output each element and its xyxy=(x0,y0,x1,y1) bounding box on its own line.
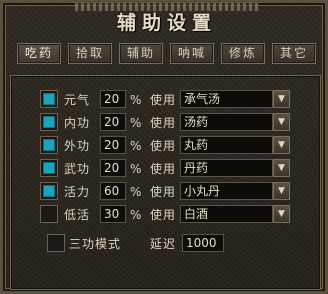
tab-eat-medicine[interactable]: 吃药 xyxy=(17,43,61,64)
percent-sign: % xyxy=(130,162,143,176)
percent-sign: % xyxy=(130,93,143,107)
dropdown-arrow-icon[interactable]: ▼ xyxy=(273,182,290,200)
enable-checkbox[interactable] xyxy=(40,159,58,177)
enable-checkbox[interactable] xyxy=(40,113,58,131)
tab-pickup[interactable]: 拾取 xyxy=(68,43,112,64)
potion-select[interactable]: 汤药 xyxy=(180,113,273,131)
tab-other[interactable]: 其它 xyxy=(272,43,316,64)
potion-row: 外功 20 % 使用 丸药 ▼ xyxy=(3,136,323,156)
percent-sign: % xyxy=(130,116,143,130)
dropdown-arrow-icon[interactable]: ▼ xyxy=(273,113,290,131)
use-label: 使用 xyxy=(150,139,177,153)
stat-label: 活力 xyxy=(64,185,91,199)
percent-input[interactable]: 20 xyxy=(100,159,126,177)
percent-sign: % xyxy=(130,208,143,222)
percent-input[interactable]: 20 xyxy=(100,113,126,131)
potion-select[interactable]: 丸药 xyxy=(180,136,273,154)
enable-checkbox[interactable] xyxy=(40,182,58,200)
assist-settings-window: 辅助设置 吃药 拾取 辅助 呐喊 修炼 其它 元气 20 % 使用 承气汤 ▼ … xyxy=(0,0,328,294)
three-skill-mode-label: 三功模式 xyxy=(69,237,122,251)
percent-input[interactable]: 20 xyxy=(100,90,126,108)
stat-label: 元气 xyxy=(64,93,91,107)
delay-input[interactable]: 1000 xyxy=(182,234,224,252)
mode-row: 三功模式 延迟 1000 xyxy=(3,234,323,254)
enable-checkbox[interactable] xyxy=(40,90,58,108)
potion-select[interactable]: 小丸丹 xyxy=(180,182,273,200)
dropdown-arrow-icon[interactable]: ▼ xyxy=(273,90,290,108)
use-label: 使用 xyxy=(150,185,177,199)
stat-label: 外功 xyxy=(64,139,91,153)
dropdown-arrow-icon[interactable]: ▼ xyxy=(273,159,290,177)
potion-select[interactable]: 白酒 xyxy=(180,205,273,223)
percent-sign: % xyxy=(130,185,143,199)
potion-row: 武功 20 % 使用 丹药 ▼ xyxy=(3,159,323,179)
delay-label: 延迟 xyxy=(150,237,177,251)
tab-cultivate[interactable]: 修炼 xyxy=(221,43,265,64)
stat-label: 低活 xyxy=(64,208,91,222)
use-label: 使用 xyxy=(150,93,177,107)
stat-label: 武功 xyxy=(64,162,91,176)
use-label: 使用 xyxy=(150,116,177,130)
window-title: 辅助设置 xyxy=(116,12,217,34)
use-label: 使用 xyxy=(150,162,177,176)
three-skill-mode-checkbox[interactable] xyxy=(47,234,65,252)
tab-shout[interactable]: 呐喊 xyxy=(170,43,214,64)
dropdown-arrow-icon[interactable]: ▼ xyxy=(273,205,290,223)
stat-label: 内功 xyxy=(64,116,91,130)
dropdown-arrow-icon[interactable]: ▼ xyxy=(273,136,290,154)
potion-row: 活力 60 % 使用 小丸丹 ▼ xyxy=(3,182,323,202)
percent-input[interactable]: 30 xyxy=(100,205,126,223)
potion-select[interactable]: 承气汤 xyxy=(180,90,273,108)
tab-assist[interactable]: 辅助 xyxy=(119,43,163,64)
enable-checkbox[interactable] xyxy=(40,136,58,154)
use-label: 使用 xyxy=(150,208,177,222)
potion-row: 元气 20 % 使用 承气汤 ▼ xyxy=(3,90,323,110)
percent-input[interactable]: 20 xyxy=(100,136,126,154)
percent-sign: % xyxy=(130,139,143,153)
potion-row: 内功 20 % 使用 汤药 ▼ xyxy=(3,113,323,133)
tab-bar: 吃药 拾取 辅助 呐喊 修炼 其它 xyxy=(17,43,317,65)
enable-checkbox[interactable] xyxy=(40,205,58,223)
potion-row: 低活 30 % 使用 白酒 ▼ xyxy=(3,205,323,225)
percent-input[interactable]: 60 xyxy=(100,182,126,200)
potion-select[interactable]: 丹药 xyxy=(180,159,273,177)
